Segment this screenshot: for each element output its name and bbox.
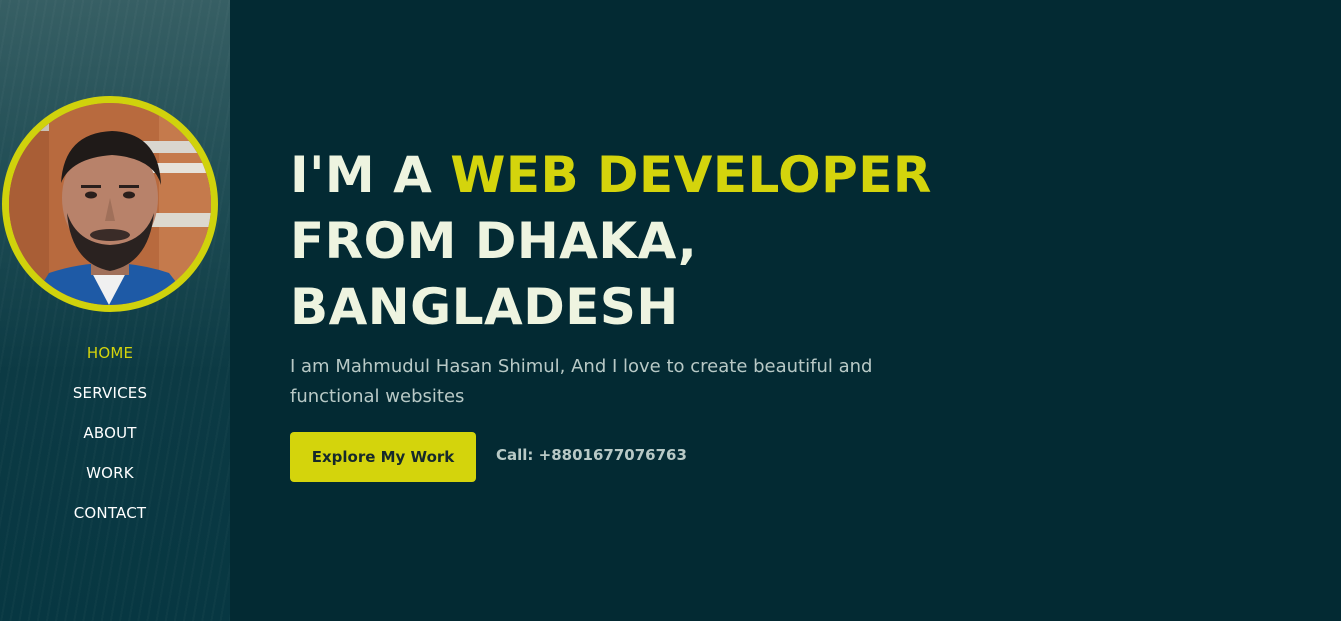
headline-line-3: BANGLADESH — [290, 278, 679, 336]
nav-item-about[interactable]: ABOUT — [0, 420, 220, 460]
hero-headline: I'M A WEB DEVELOPER FROM DHAKA, BANGLADE… — [290, 142, 990, 340]
cta-row: Explore My Work Call: +8801677076763 — [290, 432, 687, 482]
headline-accent: WEB DEVELOPER — [450, 146, 932, 204]
avatar-ring — [2, 96, 218, 312]
sidebar: HOME SERVICES ABOUT WORK CONTACT — [0, 0, 230, 621]
avatar-photo — [9, 103, 211, 305]
headline-prefix: I'M A — [290, 146, 451, 204]
nav-item-contact[interactable]: CONTACT — [0, 500, 220, 540]
avatar — [9, 103, 211, 305]
hero-section: I'M A WEB DEVELOPER FROM DHAKA, BANGLADE… — [290, 142, 990, 412]
headline-line-2: FROM DHAKA, — [290, 212, 698, 270]
nav-item-home[interactable]: HOME — [0, 340, 220, 380]
page: HOME SERVICES ABOUT WORK CONTACT I'M A W… — [0, 0, 1341, 621]
main-nav: HOME SERVICES ABOUT WORK CONTACT — [0, 340, 220, 540]
nav-item-work[interactable]: WORK — [0, 460, 220, 500]
explore-work-button[interactable]: Explore My Work — [290, 432, 476, 482]
hero-subtitle: I am Mahmudul Hasan Shimul, And I love t… — [290, 356, 873, 407]
nav-item-services[interactable]: SERVICES — [0, 380, 220, 420]
call-phone-link[interactable]: Call: +8801677076763 — [496, 446, 687, 464]
